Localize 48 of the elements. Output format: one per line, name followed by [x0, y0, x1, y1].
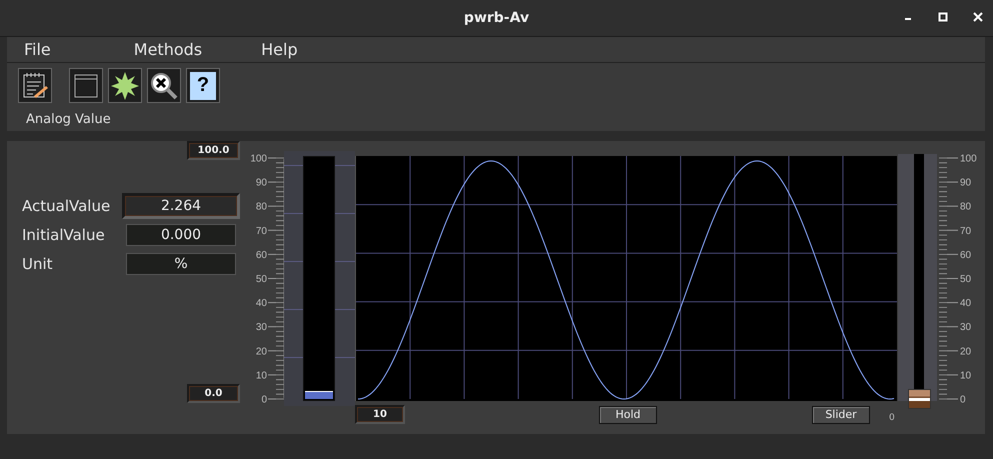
time-range-field[interactable]: 10: [355, 405, 405, 424]
scale-label: 60: [960, 250, 972, 261]
menu-item[interactable]: Help: [257, 40, 302, 59]
zoom-reset-button[interactable]: [147, 68, 181, 103]
scale-label: 30: [960, 322, 972, 334]
scale-label: 60: [256, 250, 267, 261]
scale-label: 100: [960, 154, 977, 164]
scale-label: 40: [256, 298, 267, 310]
scale-label: 10: [256, 370, 267, 382]
maximize-icon[interactable]: [936, 10, 950, 24]
menu-item[interactable]: Methods: [130, 40, 206, 59]
scale-label: 20: [960, 346, 972, 358]
scale-label: 100: [250, 154, 267, 164]
trend-button[interactable]: Hold: [599, 406, 657, 424]
magnifier-icon: [149, 70, 179, 100]
value-field[interactable]: 2.264: [122, 192, 240, 218]
scale-label: 0: [261, 394, 267, 406]
scale-label: 0: [960, 394, 966, 406]
field-label: ActualValue: [22, 196, 112, 214]
star-button[interactable]: [108, 68, 142, 103]
min-value-field[interactable]: 0.0: [187, 384, 240, 403]
scale-label: 70: [960, 226, 972, 237]
scale-label: 30: [256, 322, 267, 334]
scale-label: 50: [256, 274, 267, 285]
scale-label: 80: [256, 202, 267, 213]
value-field[interactable]: 0.000: [126, 224, 236, 246]
field-label: InitialValue: [22, 226, 106, 244]
window-button[interactable]: [69, 68, 103, 103]
max-value-field[interactable]: 100.0: [187, 141, 240, 160]
close-icon[interactable]: [971, 10, 985, 24]
scale-label: 20: [256, 346, 267, 358]
trend-button[interactable]: Slider: [812, 406, 870, 424]
toolbar-caption: Analog Value: [26, 112, 111, 127]
star-icon: [110, 70, 140, 100]
window-title: pwrb-Av: [464, 10, 530, 26]
scale-label: 90: [256, 178, 267, 189]
scale-label: 90: [960, 178, 972, 189]
field-label: Unit: [22, 254, 54, 272]
scale-label: 80: [960, 202, 972, 213]
scale-label: 40: [960, 298, 972, 310]
notepad-button[interactable]: [18, 68, 52, 103]
scale-label: 10: [960, 370, 972, 382]
scale-label: 50: [960, 274, 972, 285]
slider-min-label: 0: [889, 412, 895, 422]
scale-label: 70: [256, 226, 267, 237]
menu-item[interactable]: File: [20, 40, 55, 59]
slider-thumb[interactable]: [908, 389, 931, 410]
value-field[interactable]: %: [126, 252, 236, 274]
